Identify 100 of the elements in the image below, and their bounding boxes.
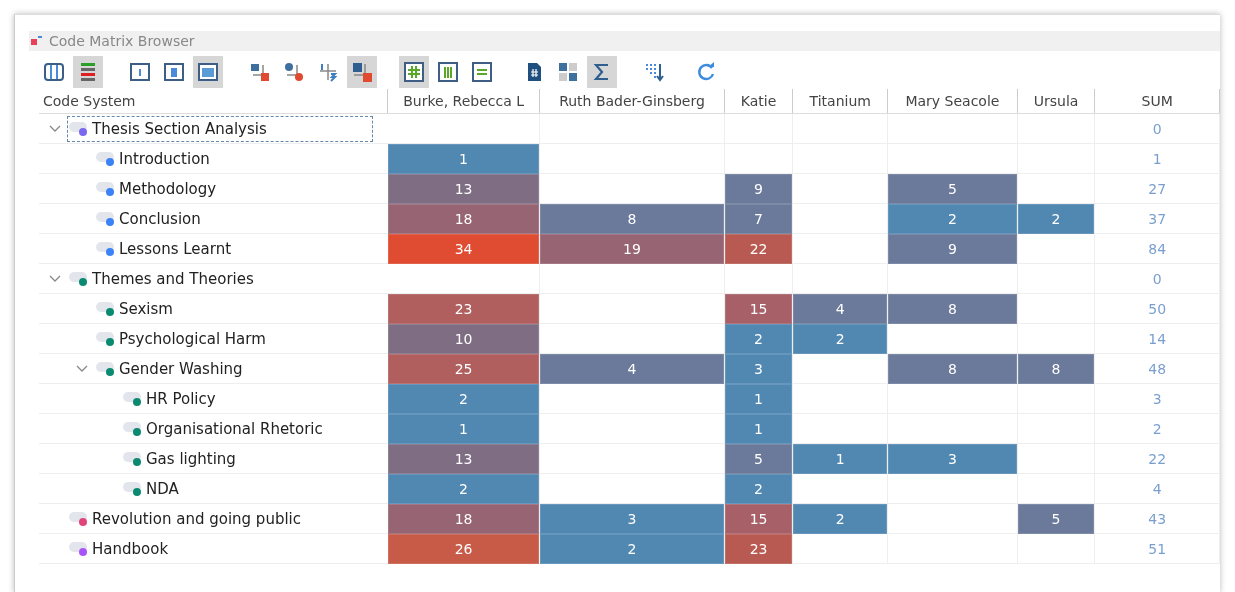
matrix-cell[interactable]: 8 (888, 354, 1017, 384)
matrix-cell[interactable]: 1 (724, 384, 793, 414)
column-header[interactable]: Burke, Rebecca L (387, 89, 541, 113)
frame-full-icon (197, 61, 219, 83)
matrix-cell[interactable]: 1 (387, 414, 540, 444)
column-header[interactable]: Mary Seacole (888, 89, 1018, 113)
frame-full-button[interactable] (193, 56, 223, 88)
sum-value: 4 (1152, 481, 1162, 497)
matrix-cell[interactable]: 2 (724, 324, 793, 354)
num-badge-button[interactable] (347, 56, 377, 88)
matrix-cell[interactable]: 8 (888, 294, 1017, 324)
sum-value: 1 (1152, 151, 1162, 167)
matrix-cell[interactable]: 22 (724, 234, 793, 264)
code-item[interactable]: Conclusion (94, 205, 206, 232)
square-link-icon (249, 61, 271, 83)
matrix-cell[interactable]: 26 (387, 534, 540, 564)
matrix-cell[interactable]: 3 (540, 504, 724, 534)
matrix-cell[interactable]: 8 (1017, 354, 1095, 384)
code-item[interactable]: Methodology (94, 175, 222, 202)
code-item[interactable]: Themes and Theories (67, 265, 259, 292)
matrix-cell[interactable]: 13 (387, 174, 540, 204)
chevron-icon[interactable] (76, 364, 88, 373)
sum-value: 48 (1148, 361, 1167, 377)
matrix-cell[interactable]: 25 (387, 354, 540, 384)
columns-icon (43, 61, 65, 83)
matrix-cell[interactable]: 2 (540, 534, 724, 564)
bars-button[interactable] (73, 56, 103, 88)
sum-value: 2 (1152, 421, 1162, 437)
grid-hash-icon (403, 61, 425, 83)
code-item[interactable]: Handbook (67, 535, 174, 562)
code-item[interactable]: HR Policy (121, 385, 221, 412)
matrix-cell[interactable]: 5 (724, 444, 793, 474)
matrix-cell[interactable]: 19 (540, 234, 724, 264)
matrix-cell[interactable]: 2 (724, 474, 793, 504)
sum-value: 22 (1148, 451, 1167, 467)
code-item[interactable]: Thesis Section Analysis (67, 115, 373, 142)
matrix-cell[interactable]: 5 (1017, 504, 1095, 534)
grid-hash-button[interactable] (399, 56, 429, 88)
matrix-cell[interactable]: 2 (387, 384, 540, 414)
matrix-cell[interactable]: 9 (724, 174, 793, 204)
matrix-cell[interactable]: 4 (540, 354, 724, 384)
column-header[interactable]: Titanium (793, 89, 889, 113)
matrix-cell[interactable]: 8 (540, 204, 724, 234)
column-header[interactable]: Ursula (1017, 89, 1096, 113)
sum-value: 0 (1152, 271, 1162, 287)
matrix-cell[interactable]: 1 (724, 414, 793, 444)
code-item[interactable]: Lessons Learnt (94, 235, 237, 262)
app-icon (31, 36, 43, 46)
column-header[interactable]: Katie (724, 89, 794, 113)
code-item[interactable]: Gender Washing (94, 355, 248, 382)
matrix-cell[interactable]: 18 (387, 504, 540, 534)
column-header[interactable]: SUM (1095, 89, 1220, 113)
grid-cols-icon (437, 61, 459, 83)
sort-down-icon (643, 61, 665, 83)
matrix-cell[interactable]: 2 (888, 204, 1017, 234)
matrix-cell[interactable]: 2 (793, 324, 888, 354)
matrix-cell[interactable]: 2 (793, 504, 888, 534)
frame-mid-icon (163, 61, 185, 83)
matrix-cell[interactable]: 3 (888, 444, 1017, 474)
num-link-icon (317, 61, 339, 83)
frame-thin-icon (129, 61, 151, 83)
sum-value: 0 (1152, 121, 1162, 137)
matrix-cell[interactable]: 3 (724, 354, 793, 384)
code-item[interactable]: Organisational Rhetoric (121, 415, 328, 442)
code-item[interactable]: NDA (121, 475, 184, 502)
matrix-cell[interactable]: 7 (724, 204, 793, 234)
matrix-cell[interactable]: 5 (888, 174, 1017, 204)
matrix-cell[interactable]: 23 (387, 294, 540, 324)
matrix-cell[interactable]: 15 (724, 504, 793, 534)
num-badge-icon (351, 61, 373, 83)
grid-rows-icon (471, 61, 493, 83)
sigma-button[interactable] (587, 56, 617, 88)
sum-value: 51 (1148, 541, 1167, 557)
sum-value: 50 (1148, 301, 1167, 317)
column-header[interactable]: Ruth Bader-Ginsberg (540, 89, 725, 113)
chevron-icon[interactable] (49, 274, 61, 283)
code-item[interactable]: Gas lighting (121, 445, 241, 472)
matrix-cell[interactable]: 2 (1017, 204, 1095, 234)
matrix-cell[interactable]: 4 (793, 294, 888, 324)
code-item[interactable]: Introduction (94, 145, 215, 172)
matrix-cell[interactable]: 13 (387, 444, 540, 474)
code-item[interactable]: Revolution and going public (67, 505, 306, 532)
refresh-icon (695, 61, 717, 83)
matrix-cell[interactable]: 18 (387, 204, 540, 234)
matrix-cell[interactable]: 9 (888, 234, 1017, 264)
matrix-cell[interactable]: 23 (724, 534, 793, 564)
sum-value: 3 (1152, 391, 1162, 407)
column-header[interactable]: Code System (39, 89, 388, 113)
circle-link-icon (283, 61, 305, 83)
matrix-cell[interactable]: 10 (387, 324, 540, 354)
matrix-cell[interactable]: 34 (387, 234, 540, 264)
window-title: Code Matrix Browser (49, 33, 195, 49)
code-item[interactable]: Sexism (94, 295, 178, 322)
sum-value: 84 (1148, 241, 1167, 257)
chevron-icon[interactable] (49, 124, 61, 133)
matrix-cell[interactable]: 15 (724, 294, 793, 324)
matrix-cell[interactable]: 1 (793, 444, 888, 474)
matrix-cell[interactable]: 2 (387, 474, 540, 504)
matrix-cell[interactable]: 1 (387, 144, 540, 174)
code-item[interactable]: Psychological Harm (94, 325, 271, 352)
